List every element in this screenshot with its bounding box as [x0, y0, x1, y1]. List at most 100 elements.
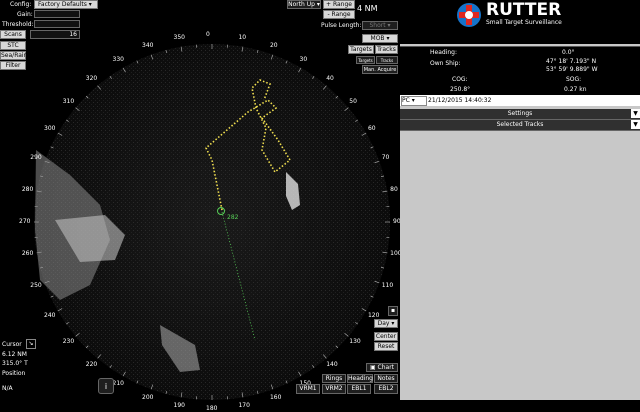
rutter-logo-icon	[456, 2, 482, 28]
selected-tracks-section[interactable]: Selected Tracks ▼	[400, 120, 640, 131]
ebl1-button[interactable]: EBL1	[347, 384, 371, 394]
bearing-label: 330	[113, 56, 124, 63]
bearing-label: 50	[349, 98, 357, 105]
chevron-down-icon: ▾	[412, 97, 415, 104]
bearing-label: 80	[390, 186, 398, 193]
chevron-down-icon[interactable]: ▼	[631, 109, 640, 118]
chevron-down-icon: ▾	[388, 22, 391, 29]
bearing-label: 70	[382, 154, 390, 161]
heading-button[interactable]: Heading	[347, 374, 373, 383]
bearing-label: 240	[44, 312, 55, 319]
radar-display[interactable]	[0, 0, 400, 400]
bearing-label: 310	[63, 98, 74, 105]
lock-icon[interactable]: ▪	[388, 306, 398, 316]
config-dropdown[interactable]: Factory Defaults ▾	[34, 0, 98, 9]
heading-label: Heading:	[430, 49, 457, 56]
side-panel: RUTTER Small Target Surveillance Heading…	[400, 0, 640, 400]
bearing-label: 140	[326, 361, 337, 368]
chevron-down-icon[interactable]: ▼	[631, 120, 640, 129]
chevron-down-icon: ▾	[317, 1, 320, 8]
time-source-value: PC	[402, 97, 410, 104]
targets-toggle[interactable]: Targets	[348, 45, 374, 54]
orientation-dropdown[interactable]: North Up ▾	[287, 0, 321, 9]
pulse-length-dropdown[interactable]: Short ▾	[362, 21, 398, 30]
threshold-label: Threshold:	[2, 21, 34, 28]
ebl2-button[interactable]: EBL2	[374, 384, 398, 394]
bearing-label: 250	[30, 282, 41, 289]
logo-tagline: Small Target Surveillance	[486, 19, 562, 26]
filter-button[interactable]: Filter	[0, 61, 26, 70]
small-targets-button[interactable]: Targets	[356, 56, 375, 64]
man-acquire-button[interactable]: Man. Acquire	[362, 65, 398, 74]
day-dropdown[interactable]: Day ▾	[374, 319, 398, 328]
range-plus-button[interactable]: + Range	[323, 0, 355, 9]
vrm1-button[interactable]: VRM1	[296, 384, 320, 394]
bearing-label: 20	[270, 42, 278, 49]
bearing-label: 10	[238, 34, 246, 41]
chevron-down-icon: ▾	[391, 320, 394, 327]
pulse-length-value: Short	[369, 22, 385, 29]
sog-label: SOG:	[566, 76, 581, 83]
bearing-label: 210	[113, 380, 124, 387]
bearing-label: 0	[206, 31, 210, 38]
bearing-label: 350	[174, 34, 185, 41]
chart-button[interactable]: ▣ Chart	[366, 363, 398, 372]
mob-dropdown[interactable]: MOB ▾	[362, 34, 398, 43]
logo-name: RUTTER	[486, 0, 561, 20]
bearing-label: 60	[368, 125, 376, 132]
orientation-value: North Up	[288, 1, 315, 8]
rings-button[interactable]: Rings	[322, 374, 346, 383]
bearing-label: 30	[300, 56, 308, 63]
own-ship-lat: 47° 18' 7.193" N	[546, 58, 596, 65]
center-button[interactable]: Center	[374, 332, 398, 341]
cursor-icon[interactable]: ↘	[26, 339, 36, 349]
bearing-label: 130	[349, 338, 360, 345]
chart-icon: ▣	[370, 364, 376, 371]
scans-field[interactable]: 16	[30, 30, 80, 39]
bearing-label: 120	[368, 312, 379, 319]
own-ship-lon: 53° 59' 9.889" W	[546, 66, 598, 73]
tracks-toggle[interactable]: Tracks	[375, 45, 398, 54]
selected-tracks-label: Selected Tracks	[497, 121, 544, 128]
pulse-length-label: Pulse Length:	[321, 22, 361, 29]
range-minus-button[interactable]: - Range	[323, 10, 355, 19]
cursor-bearing: 315.0° T	[2, 360, 28, 367]
reset-button[interactable]: Reset	[374, 342, 398, 351]
bearing-label: 300	[44, 125, 55, 132]
cursor-label: Cursor	[2, 341, 22, 348]
logo: RUTTER Small Target Surveillance	[400, 0, 640, 44]
settings-section[interactable]: Settings ▼	[400, 109, 640, 120]
info-icon[interactable]: i	[98, 378, 114, 394]
cursor-distance: 6.12 NM	[2, 351, 27, 358]
own-ship-label: Own Ship:	[430, 60, 460, 67]
time-source-dropdown[interactable]: PC ▾	[401, 96, 427, 106]
bearing-label: 110	[382, 282, 393, 289]
config-value: Factory Defaults	[38, 1, 87, 8]
vrm2-button[interactable]: VRM2	[322, 384, 346, 394]
gain-slider[interactable]	[34, 10, 80, 18]
bearing-label: 270	[19, 218, 30, 225]
heading-value: 0.0°	[562, 49, 575, 56]
bearing-label: 190	[174, 402, 185, 409]
notes-button[interactable]: Notes	[374, 374, 398, 383]
clock-datetime: 21/12/2015 14:40:32	[428, 97, 491, 104]
bearing-label: 290	[30, 154, 41, 161]
clock-bar: PC ▾ 21/12/2015 14:40:32	[400, 95, 640, 106]
bearing-label: 260	[22, 250, 33, 257]
settings-label: Settings	[508, 110, 533, 117]
position-label: Position	[2, 370, 25, 377]
stc-button[interactable]: STC	[0, 41, 26, 50]
bearing-label: 180	[206, 405, 217, 412]
bearing-label: 320	[86, 75, 97, 82]
bearing-label: 340	[142, 42, 153, 49]
bearing-label: 280	[22, 186, 33, 193]
sea-rain-button[interactable]: Sea/Rain	[0, 51, 26, 60]
mob-label: MOB	[371, 35, 385, 42]
scans-button[interactable]: Scans	[0, 30, 26, 39]
position-value: N/A	[2, 385, 13, 392]
threshold-slider[interactable]	[34, 20, 80, 28]
gain-label: Gain:	[17, 11, 33, 18]
cog-value: 250.8°	[450, 86, 470, 93]
nav-info: Heading: 0.0° Own Ship: 47° 18' 7.193" N…	[400, 46, 640, 95]
small-tracks-button[interactable]: Tracks	[376, 56, 398, 64]
